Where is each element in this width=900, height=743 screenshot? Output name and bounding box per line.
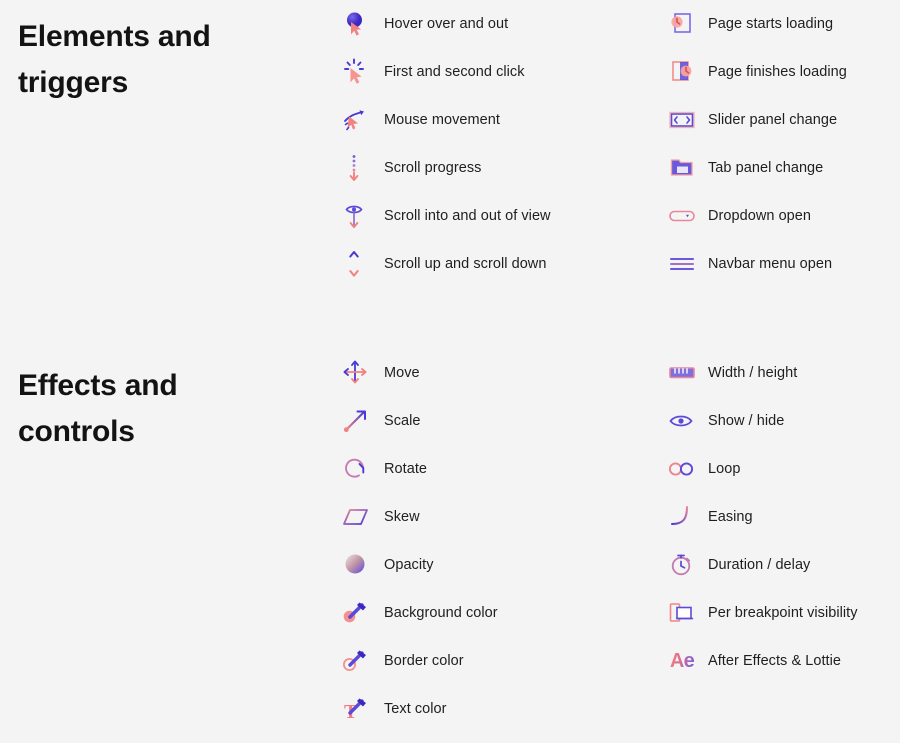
elements-right-column: Page starts loading Page finishes loadin… <box>660 0 900 288</box>
after-effects-logo-text: Ae <box>669 650 695 672</box>
list-item[interactable]: Opacity <box>334 541 654 589</box>
list-item-label: Hover over and out <box>384 15 509 32</box>
list-item-label: Show / hide <box>708 412 785 429</box>
list-item-label: Background color <box>384 604 498 621</box>
list-item[interactable]: Background color <box>334 589 654 637</box>
list-item[interactable]: Page starts loading <box>660 0 900 48</box>
list-item-label: Opacity <box>384 556 434 573</box>
effects-right-column: Width / height Show / hide Loop Easing D… <box>660 349 900 685</box>
list-item[interactable]: Navbar menu open <box>660 240 900 288</box>
list-item-label: Tab panel change <box>708 159 824 176</box>
list-item-label: Easing <box>708 508 753 525</box>
easing-curve-icon <box>660 500 704 534</box>
list-item[interactable]: Show / hide <box>660 397 900 445</box>
scroll-progress-icon <box>334 151 378 185</box>
page-start-loading-icon <box>660 7 704 41</box>
list-item-label: Skew <box>384 508 420 525</box>
list-item[interactable]: Dropdown open <box>660 192 900 240</box>
list-item-label: First and second click <box>384 63 525 80</box>
list-item[interactable]: Duration / delay <box>660 541 900 589</box>
list-item[interactable]: Width / height <box>660 349 900 397</box>
page-title: Elements and triggers <box>18 20 211 99</box>
list-item[interactable]: Easing <box>660 493 900 541</box>
list-item-label: Scroll progress <box>384 159 482 176</box>
scale-arrow-icon <box>334 404 378 438</box>
page-finish-loading-icon <box>660 55 704 89</box>
click-cursor-icon <box>334 55 378 89</box>
eyedropper-fill-icon <box>334 596 378 630</box>
rotate-icon <box>334 452 378 486</box>
effects-left-column: Move Scale Rotate Skew Opacity Backgroun… <box>334 349 654 733</box>
list-item[interactable]: Scale <box>334 397 654 445</box>
list-item-label: Scroll up and scroll down <box>384 255 547 272</box>
list-item-label: Per breakpoint visibility <box>708 604 858 621</box>
scroll-updown-icon <box>334 247 378 281</box>
list-item-label: After Effects & Lottie <box>708 652 842 669</box>
list-item-label: Text color <box>384 700 447 717</box>
list-item-label: Scroll into and out of view <box>384 207 551 224</box>
list-item[interactable]: Rotate <box>334 445 654 493</box>
move-arrows-icon <box>334 356 378 390</box>
list-item-label: Mouse movement <box>384 111 500 128</box>
list-item[interactable]: Mouse movement <box>334 96 654 144</box>
list-item-label: Loop <box>708 460 741 477</box>
infinity-loop-icon <box>660 452 704 486</box>
list-item[interactable]: First and second click <box>334 48 654 96</box>
list-item-label: Navbar menu open <box>708 255 833 272</box>
feature-list-page: Elements and triggers Hover over and out <box>0 0 900 743</box>
after-effects-logo-icon: Ae <box>660 644 704 678</box>
mouse-movement-icon <box>334 103 378 137</box>
page-subtitle: Effects and controls <box>18 369 178 448</box>
list-item-label: Slider panel change <box>708 111 838 128</box>
opacity-sphere-icon <box>334 548 378 582</box>
list-item[interactable]: Hover over and out <box>334 0 654 48</box>
skew-parallelogram-icon <box>334 500 378 534</box>
list-item-label: Border color <box>384 652 464 669</box>
stopwatch-icon <box>660 548 704 582</box>
list-item-label: Rotate <box>384 460 428 477</box>
list-item[interactable]: Tab panel change <box>660 144 900 192</box>
navbar-menu-icon <box>660 247 704 281</box>
eyedropper-border-icon <box>334 644 378 678</box>
list-item[interactable]: Per breakpoint visibility <box>660 589 900 637</box>
tab-panel-icon <box>660 151 704 185</box>
list-item[interactable]: Scroll into and out of view <box>334 192 654 240</box>
list-item[interactable]: Move <box>334 349 654 397</box>
ruler-icon <box>660 356 704 390</box>
dropdown-icon <box>660 199 704 233</box>
slider-panel-icon <box>660 103 704 137</box>
eye-icon <box>660 404 704 438</box>
list-item[interactable]: Ae After Effects & Lottie <box>660 637 900 685</box>
list-item-label: Duration / delay <box>708 556 811 573</box>
scroll-into-view-icon <box>334 199 378 233</box>
list-item[interactable]: T Text color <box>334 685 654 733</box>
list-item[interactable]: Scroll progress <box>334 144 654 192</box>
eyedropper-text-icon: T <box>334 692 378 726</box>
list-item-label: Scale <box>384 412 421 429</box>
list-item-label: Page finishes loading <box>708 63 847 80</box>
list-item-label: Move <box>384 364 420 381</box>
list-item-label: Page starts loading <box>708 15 834 32</box>
elements-left-column: Hover over and out First and second clic… <box>334 0 654 288</box>
list-item[interactable]: Skew <box>334 493 654 541</box>
list-item[interactable]: Scroll up and scroll down <box>334 240 654 288</box>
list-item-label: Width / height <box>708 364 798 381</box>
list-item[interactable]: Border color <box>334 637 654 685</box>
list-item-label: Dropdown open <box>708 207 812 224</box>
list-item[interactable]: Page finishes loading <box>660 48 900 96</box>
hover-cursor-icon <box>334 7 378 41</box>
list-item[interactable]: Slider panel change <box>660 96 900 144</box>
breakpoint-devices-icon <box>660 596 704 630</box>
list-item[interactable]: Loop <box>660 445 900 493</box>
